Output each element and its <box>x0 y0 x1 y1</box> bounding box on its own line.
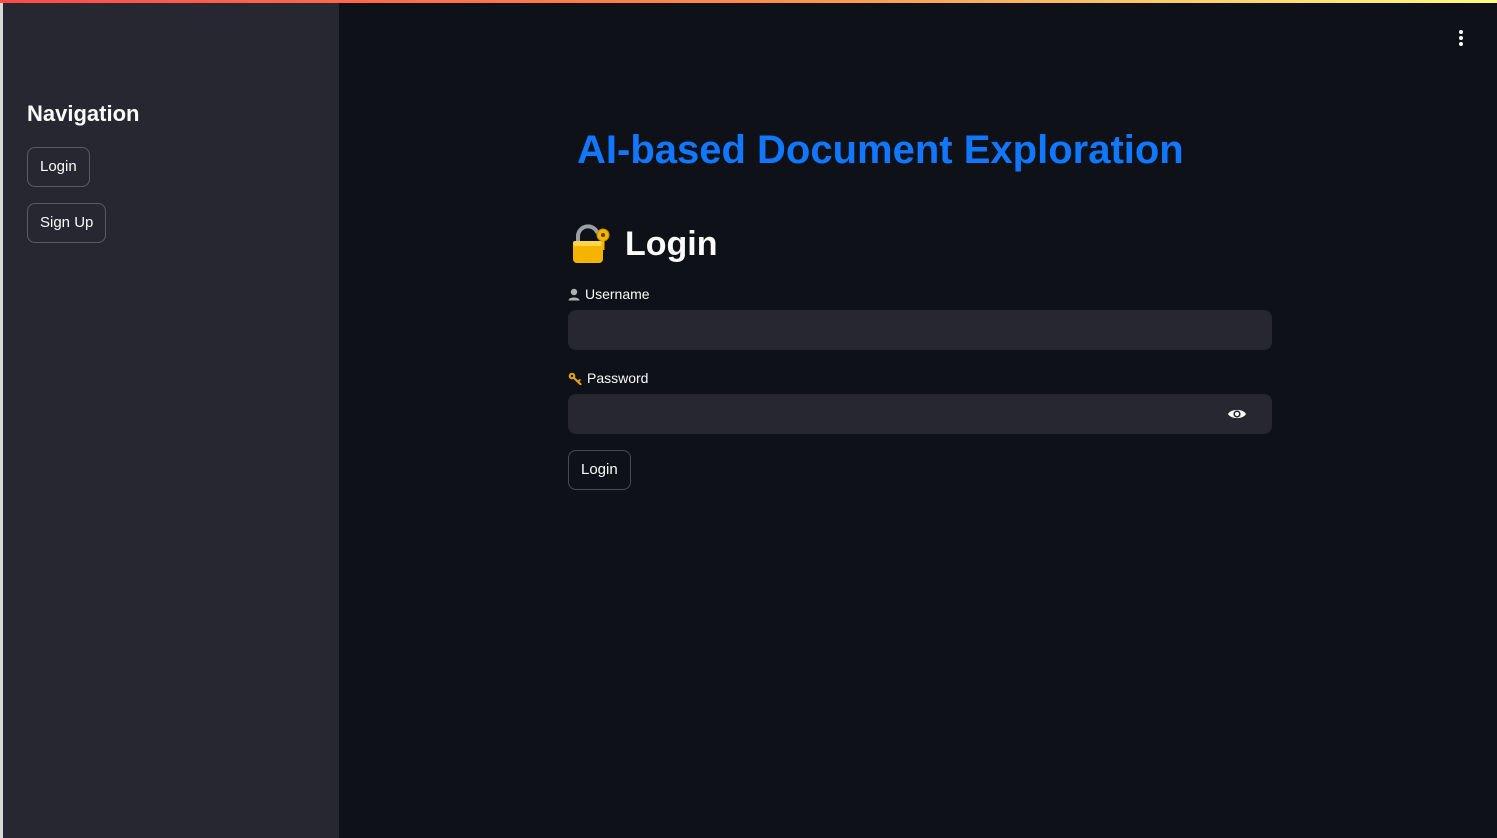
eye-icon[interactable] <box>1225 403 1249 425</box>
main-content: AI-based Document Exploration Login User… <box>339 0 1497 838</box>
menu-dot <box>1459 36 1463 40</box>
key-icon <box>568 372 582 385</box>
password-input[interactable] <box>568 394 1272 434</box>
window-left-edge <box>0 0 3 838</box>
menu-dot <box>1459 30 1463 34</box>
login-submit-button[interactable]: Login <box>568 450 631 490</box>
login-heading: Login <box>569 222 718 266</box>
username-label: Username <box>568 286 650 302</box>
login-heading-text: Login <box>625 224 718 263</box>
sidebar: Navigation Login Sign Up <box>3 3 339 838</box>
username-input[interactable] <box>568 310 1272 350</box>
password-label: Password <box>568 370 648 386</box>
sidebar-login-button[interactable]: Login <box>27 147 90 187</box>
lock-with-key-icon <box>569 222 613 266</box>
top-decoration-bar <box>0 0 1497 3</box>
password-label-text: Password <box>587 370 649 386</box>
username-label-text: Username <box>585 286 650 302</box>
sidebar-signup-button[interactable]: Sign Up <box>27 203 107 243</box>
kebab-menu-icon[interactable] <box>1449 26 1473 50</box>
user-silhouette-icon <box>568 288 580 300</box>
menu-dot <box>1459 42 1463 46</box>
sidebar-title: Navigation <box>27 101 140 126</box>
app-title: AI-based Document Exploration <box>577 128 1184 172</box>
